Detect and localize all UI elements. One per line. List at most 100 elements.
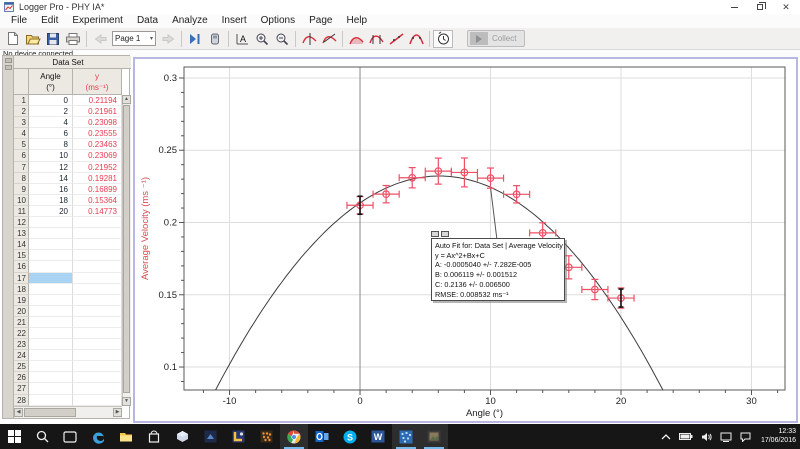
y-cell[interactable]: 0.23463: [73, 139, 122, 150]
y-cell[interactable]: [73, 395, 122, 406]
tangent-icon[interactable]: [319, 30, 339, 48]
y-cell[interactable]: 0.23098: [73, 117, 122, 128]
scroll-up-icon[interactable]: ▲: [122, 95, 131, 104]
examine-icon[interactable]: [299, 30, 319, 48]
row-number[interactable]: 28: [14, 395, 29, 406]
angle-cell[interactable]: [29, 273, 73, 284]
y-column-header[interactable]: y (ms⁻¹): [73, 69, 122, 94]
angle-cell[interactable]: 18: [29, 195, 73, 206]
zoom-in-icon[interactable]: [252, 30, 272, 48]
table-vertical-scrollbar[interactable]: ▲ ▼: [122, 95, 131, 406]
angle-cell[interactable]: 6: [29, 128, 73, 139]
row-number[interactable]: 17: [14, 273, 29, 284]
row-number[interactable]: 19: [14, 295, 29, 306]
row-number[interactable]: 12: [14, 217, 29, 228]
close-button[interactable]: ✕: [780, 1, 792, 13]
y-cell[interactable]: 0.19281: [73, 173, 122, 184]
page-selector[interactable]: Page 1 ▾: [112, 31, 156, 46]
row-number[interactable]: 20: [14, 306, 29, 317]
y-cell[interactable]: 0.23069: [73, 150, 122, 161]
y-cell[interactable]: [73, 339, 122, 350]
angle-cell[interactable]: [29, 395, 73, 406]
angle-cell[interactable]: [29, 284, 73, 295]
angle-cell[interactable]: 16: [29, 184, 73, 195]
y-cell[interactable]: [73, 261, 122, 272]
y-cell[interactable]: 0.16899: [73, 184, 122, 195]
data-point[interactable]: [582, 279, 608, 299]
y-cell[interactable]: [73, 306, 122, 317]
taskbar-cube-app-icon[interactable]: [168, 424, 196, 449]
autoscale-icon[interactable]: A: [232, 30, 252, 48]
row-number[interactable]: 3: [14, 117, 29, 128]
row-number[interactable]: 18: [14, 284, 29, 295]
taskbar-skype-icon[interactable]: S: [336, 424, 364, 449]
row-number[interactable]: 13: [14, 228, 29, 239]
linear-fit-icon[interactable]: [386, 30, 406, 48]
angle-cell[interactable]: [29, 383, 73, 394]
battery-icon[interactable]: [679, 432, 693, 441]
save-file-icon[interactable]: [43, 30, 63, 48]
row-number[interactable]: 15: [14, 250, 29, 261]
network-icon[interactable]: [720, 432, 732, 442]
angle-cell[interactable]: [29, 361, 73, 372]
menu-options[interactable]: Options: [254, 14, 302, 28]
graph-panel[interactable]: -1001020300.10.150.20.250.3Angle (°)Aver…: [133, 57, 798, 423]
row-number[interactable]: 24: [14, 350, 29, 361]
row-number[interactable]: 23: [14, 339, 29, 350]
scroll-right-icon[interactable]: ▶: [113, 408, 122, 417]
row-number[interactable]: 1: [14, 95, 29, 106]
row-number[interactable]: 5: [14, 139, 29, 150]
curve-fit-icon[interactable]: [406, 30, 426, 48]
data-point[interactable]: [399, 168, 425, 188]
row-number[interactable]: 16: [14, 261, 29, 272]
angle-cell[interactable]: [29, 217, 73, 228]
angle-cell[interactable]: [29, 350, 73, 361]
angle-cell[interactable]: [29, 328, 73, 339]
taskbar-image-app-icon[interactable]: [420, 424, 448, 449]
y-cell[interactable]: 0.21961: [73, 106, 122, 117]
angle-cell[interactable]: 2: [29, 106, 73, 117]
menu-help[interactable]: Help: [339, 14, 374, 28]
taskbar-word-icon[interactable]: W: [364, 424, 392, 449]
y-cell[interactable]: 0.15364: [73, 195, 122, 206]
y-cell[interactable]: [73, 372, 122, 383]
angle-cell[interactable]: [29, 261, 73, 272]
table-horizontal-scrollbar[interactable]: ◀ ▶: [14, 406, 122, 418]
statistics-icon[interactable]: [366, 30, 386, 48]
data-point[interactable]: [425, 158, 451, 184]
collect-button[interactable]: Collect: [467, 30, 525, 47]
angle-cell[interactable]: 0: [29, 95, 73, 106]
row-number[interactable]: 7: [14, 162, 29, 173]
y-cell[interactable]: [73, 350, 122, 361]
angle-cell[interactable]: [29, 295, 73, 306]
row-number[interactable]: 4: [14, 128, 29, 139]
sensor-setup-icon[interactable]: [205, 30, 225, 48]
action-center-icon[interactable]: [740, 432, 751, 442]
menu-edit[interactable]: Edit: [34, 14, 65, 28]
table-drag-handle[interactable]: [5, 58, 12, 63]
y-cell[interactable]: [73, 317, 122, 328]
taskbar-search-icon[interactable]: [28, 424, 56, 449]
data-collection-clock-icon[interactable]: [433, 30, 453, 48]
angle-cell[interactable]: [29, 239, 73, 250]
angle-cell[interactable]: 14: [29, 173, 73, 184]
row-number[interactable]: 14: [14, 239, 29, 250]
angle-cell[interactable]: [29, 228, 73, 239]
auto-fit-info-box[interactable]: Auto Fit for: Data Set | Average Velocit…: [431, 238, 565, 301]
angle-cell[interactable]: 20: [29, 206, 73, 217]
angle-cell[interactable]: 12: [29, 162, 73, 173]
data-point[interactable]: [373, 185, 399, 202]
fitbox-collapse-icon[interactable]: [431, 231, 439, 237]
data-point[interactable]: [451, 158, 477, 187]
y-cell[interactable]: 0.21194: [73, 95, 122, 106]
horizontal-scroll-thumb[interactable]: [24, 408, 76, 417]
row-number[interactable]: 26: [14, 372, 29, 383]
data-browser-icon[interactable]: [185, 30, 205, 48]
y-cell[interactable]: 0.14773: [73, 206, 122, 217]
angle-cell[interactable]: [29, 250, 73, 261]
angle-cell[interactable]: [29, 372, 73, 383]
y-cell[interactable]: [73, 383, 122, 394]
taskbar-task-view-icon[interactable]: [56, 424, 84, 449]
data-set-header[interactable]: Data Set: [14, 56, 122, 69]
row-number[interactable]: 6: [14, 150, 29, 161]
